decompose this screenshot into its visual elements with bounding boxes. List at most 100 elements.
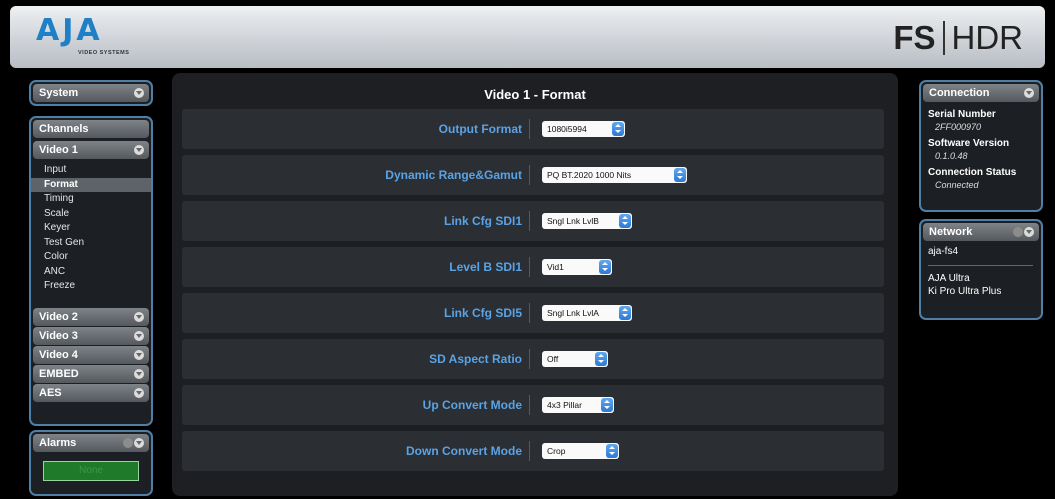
- video4-label: Video 4: [39, 348, 78, 361]
- network-host[interactable]: aja-fs4: [928, 244, 1041, 259]
- channels-label: Channels: [39, 123, 89, 135]
- menu-item-keyer[interactable]: Keyer: [31, 221, 151, 236]
- menu-item-scale[interactable]: Scale: [31, 207, 151, 222]
- aes-header[interactable]: AES: [33, 383, 149, 402]
- network-header[interactable]: Network: [923, 223, 1039, 241]
- channels-header: Channels: [33, 120, 149, 138]
- down-convert-mode-select[interactable]: Crop: [542, 443, 619, 459]
- embed-label: EMBED: [39, 367, 79, 380]
- param-label: Link Cfg SDI1: [443, 214, 522, 228]
- serial-number-value: 2FF000970: [935, 122, 982, 132]
- network-details: aja-fs4 AJA Ultra Ki Pro Ultra Plus: [921, 241, 1041, 298]
- network-divider: [928, 265, 1033, 266]
- param-label: Up Convert Mode: [422, 398, 522, 412]
- select-value: Vid1: [547, 262, 564, 272]
- link-cfg-sdi1-select[interactable]: Sngl Lnk LvlB: [542, 213, 632, 229]
- expand-toggle-icon[interactable]: [134, 387, 144, 398]
- row-divider: [529, 211, 530, 231]
- select-value: PQ BT.2020 1000 Nits: [547, 170, 632, 180]
- up-convert-mode-select[interactable]: 4x3 Pillar: [542, 397, 614, 413]
- embed-header[interactable]: EMBED: [33, 364, 149, 383]
- select-arrows-icon[interactable]: [595, 352, 607, 366]
- select-arrows-icon[interactable]: [619, 214, 631, 228]
- select-value: Sngl Lnk LvlA: [547, 308, 599, 318]
- select-value: Off: [547, 354, 559, 364]
- video2-label: Video 2: [39, 310, 78, 323]
- settings-icon[interactable]: [1013, 227, 1023, 237]
- expand-toggle-icon[interactable]: [134, 349, 144, 360]
- select-arrows-icon[interactable]: [599, 260, 611, 274]
- dynamic-range-select[interactable]: PQ BT.2020 1000 Nits: [542, 167, 687, 183]
- menu-item-format[interactable]: Format: [31, 177, 151, 192]
- menu-item-anc[interactable]: ANC: [31, 265, 151, 280]
- param-row-link-cfg-sdi1: Link Cfg SDI1 Sngl Lnk LvlB: [182, 201, 884, 241]
- connection-status-value: Connected: [935, 180, 979, 190]
- row-divider: [529, 441, 530, 461]
- alarms-label: Alarms: [39, 437, 77, 449]
- connection-panel: Connection Serial Number 2FF000970 Softw…: [919, 80, 1043, 212]
- alarm-status-indicator: None: [43, 461, 139, 481]
- select-value: Sngl Lnk LvlB: [547, 216, 599, 226]
- product-fs: FS: [893, 19, 936, 56]
- sd-aspect-ratio-select[interactable]: Off: [542, 351, 608, 367]
- row-divider: [529, 395, 530, 415]
- param-row-level-b-sdi1: Level B SDI1 Vid1: [182, 247, 884, 287]
- param-label: Down Convert Mode: [406, 444, 522, 458]
- param-label: Link Cfg SDI5: [443, 306, 522, 320]
- select-arrows-icon[interactable]: [601, 398, 613, 412]
- menu-item-test-gen[interactable]: Test Gen: [31, 236, 151, 251]
- software-version-value: 0.1.0.48: [935, 151, 968, 161]
- menu-item-freeze[interactable]: Freeze: [31, 279, 151, 294]
- menu-item-input[interactable]: Input: [31, 163, 151, 178]
- network-device-item[interactable]: Ki Pro Ultra Plus: [928, 285, 1041, 298]
- aja-logo: AJA VIDEO SYSTEMS: [36, 16, 176, 62]
- collapse-toggle-icon[interactable]: [134, 145, 144, 155]
- expand-toggle-icon[interactable]: [134, 330, 144, 341]
- logo-subtitle: VIDEO SYSTEMS: [78, 50, 130, 56]
- select-value: 1080i5994: [547, 124, 587, 134]
- expand-toggle-icon[interactable]: [134, 88, 144, 98]
- select-arrows-icon[interactable]: [606, 444, 618, 458]
- connection-title: Connection: [929, 87, 990, 99]
- alarms-header[interactable]: Alarms: [33, 434, 149, 452]
- video3-header[interactable]: Video 3: [33, 326, 149, 345]
- video3-label: Video 3: [39, 329, 78, 342]
- select-value: 4x3 Pillar: [547, 400, 582, 410]
- app-header: AJA VIDEO SYSTEMS FS HDR: [10, 6, 1045, 68]
- select-arrows-icon[interactable]: [619, 306, 631, 320]
- video2-header[interactable]: Video 2: [33, 307, 149, 326]
- param-label: SD Aspect Ratio: [429, 352, 522, 366]
- connection-details: Serial Number 2FF000970 Software Version…: [921, 102, 1041, 192]
- product-hdr: HDR: [951, 19, 1024, 56]
- select-value: Crop: [547, 446, 566, 456]
- menu-item-color[interactable]: Color: [31, 250, 151, 265]
- connection-header[interactable]: Connection: [923, 84, 1039, 102]
- output-format-select[interactable]: 1080i5994: [542, 121, 625, 137]
- video1-header[interactable]: Video 1: [33, 141, 149, 159]
- select-arrows-icon[interactable]: [674, 168, 686, 182]
- param-row-link-cfg-sdi5: Link Cfg SDI5 Sngl Lnk LvlA: [182, 293, 884, 333]
- param-row-up-convert-mode: Up Convert Mode 4x3 Pillar: [182, 385, 884, 425]
- select-arrows-icon[interactable]: [612, 122, 624, 136]
- logo-text: AJA: [36, 13, 103, 48]
- collapse-toggle-icon[interactable]: [1024, 88, 1034, 98]
- expand-toggle-icon[interactable]: [134, 368, 144, 379]
- page-title: Video 1 - Format: [484, 87, 586, 102]
- expand-toggle-icon[interactable]: [134, 311, 144, 322]
- channels-panel: Channels Video 1 Input Format Timing Sca…: [29, 116, 153, 426]
- level-b-sdi1-select[interactable]: Vid1: [542, 259, 612, 275]
- collapse-toggle-icon[interactable]: [134, 438, 144, 448]
- menu-item-timing[interactable]: Timing: [31, 192, 151, 207]
- param-label: Level B SDI1: [449, 260, 522, 274]
- collapse-toggle-icon[interactable]: [1024, 227, 1034, 237]
- param-row-sd-aspect-ratio: SD Aspect Ratio Off: [182, 339, 884, 379]
- system-header[interactable]: System: [33, 84, 149, 102]
- system-panel: System: [29, 80, 153, 106]
- row-divider: [529, 165, 530, 185]
- link-cfg-sdi5-select[interactable]: Sngl Lnk LvlA: [542, 305, 632, 321]
- settings-icon[interactable]: [123, 438, 133, 448]
- video4-header[interactable]: Video 4: [33, 345, 149, 364]
- aes-label: AES: [39, 386, 62, 399]
- network-device-item[interactable]: AJA Ultra: [928, 272, 1041, 285]
- row-divider: [529, 119, 530, 139]
